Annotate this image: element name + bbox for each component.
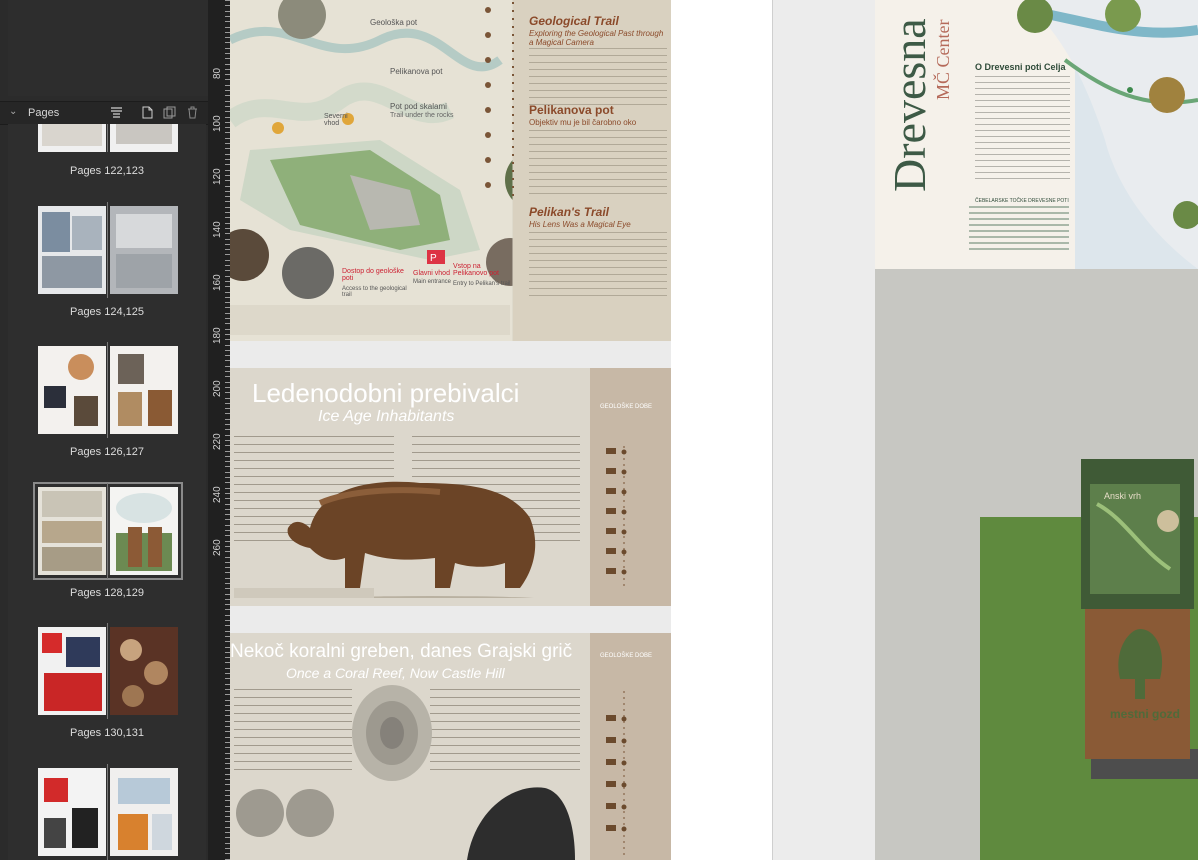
- ruler-label: 260: [212, 539, 223, 556]
- ruler-label: 240: [212, 486, 223, 503]
- page-spread-thumb[interactable]: [38, 623, 178, 719]
- page-spread-thumb[interactable]: [38, 764, 178, 860]
- ruler-label: 140: [212, 221, 223, 238]
- page-thumb-right[interactable]: [110, 206, 178, 294]
- duplicate-page-icon[interactable]: [163, 106, 176, 119]
- ruler-label: 220: [212, 433, 223, 450]
- pages-panel-header: ⌄ Pages: [0, 101, 208, 125]
- page-thumb-right[interactable]: [110, 124, 178, 152]
- ruler-label: 120: [212, 168, 223, 185]
- page-spread-thumb[interactable]: [38, 202, 178, 298]
- subheading-pelikans-trail: His Lens Was a Magical Eye: [529, 220, 631, 229]
- vertical-ruler[interactable]: 80 100 120 140 160 180 200 220 240 260: [208, 0, 231, 860]
- label-vstop: Vstop na Pelikanovo pot: [453, 263, 499, 277]
- sign-illustration: [1081, 459, 1198, 779]
- ice-age-title: Ledenodobni prebivalci: [252, 378, 520, 408]
- drevesna-list-title: ČEBELARSKE TOČKE DREVESNE POTI: [975, 198, 1069, 204]
- page-thumb-left[interactable]: [38, 627, 106, 715]
- chevron-down-icon[interactable]: ⌄: [9, 106, 17, 117]
- text-block: [975, 76, 1070, 184]
- page-thumb-left[interactable]: [38, 768, 106, 856]
- logo-strip: [234, 588, 374, 598]
- ice-age-page[interactable]: Ledenodobni prebivalci Ice Age Inhabitan…: [230, 368, 671, 606]
- label-severni-vhod: Severni vhod: [324, 113, 348, 127]
- trail-map-page[interactable]: P Geološka pot Pelikanova pot Pot pod sk…: [230, 0, 671, 341]
- side-label: GEOLOŠKE DOBE: [600, 404, 653, 410]
- text-block: [529, 130, 667, 198]
- heading-geological-trail: Geological Trail: [529, 14, 619, 28]
- spread-label: Pages 124,125: [69, 306, 144, 318]
- pages-panel: ⌄ Pages Pages 122,123 Pages 124,125 Page…: [0, 0, 209, 860]
- pages-panel-title: Pages: [28, 107, 60, 119]
- heading-pelikans-trail: Pelikan's Trail: [529, 205, 610, 219]
- legend-pelikanova-pot: Pelikanova pot: [390, 67, 443, 76]
- sign-logo-text: mestni gozd: [1109, 707, 1180, 721]
- text-block: [529, 48, 667, 108]
- side-label: GEOLOŠKE DOBE: [600, 653, 653, 659]
- new-page-icon[interactable]: [141, 106, 154, 119]
- subheading-pelikanova-pot: Objektiv mu je bil čarobno oko: [529, 118, 637, 127]
- page-spread-thumb[interactable]: [38, 342, 178, 438]
- page-spread-thumb-selected[interactable]: [33, 482, 183, 580]
- spread-label: Pages 128,129: [69, 587, 144, 599]
- spread-label: Pages 130,131: [69, 727, 144, 739]
- text-block: [529, 232, 667, 296]
- coral-reef-page[interactable]: Nekoč koralni greben, danes Grajski grič…: [230, 633, 671, 860]
- drevesna-big-title: Drevesna: [884, 18, 935, 192]
- geological-timeline: [606, 446, 627, 589]
- ice-age-subtitle: Ice Age Inhabitants: [318, 408, 455, 425]
- page-thumb-right[interactable]: [110, 346, 178, 434]
- document-canvas[interactable]: P Geološka pot Pelikanova pot Pot pod sk…: [230, 0, 1198, 860]
- spread-label: Pages 126,127: [69, 446, 144, 458]
- trash-icon[interactable]: [186, 106, 199, 119]
- legend-geoloska-pot: Geološka pot: [370, 18, 418, 27]
- label-dostop: Dostop do geološke poti: [342, 268, 404, 282]
- ruler-label: 80: [212, 67, 223, 79]
- page-layout-icon[interactable]: [110, 106, 123, 119]
- blank-page[interactable]: [671, 0, 773, 860]
- tree-list: [969, 206, 1069, 254]
- panel-empty-area: [8, 0, 209, 96]
- legend-pot-pod-skalami: Pot pod skalami: [390, 102, 447, 111]
- page-thumb-right[interactable]: [110, 487, 178, 575]
- sign-render-page[interactable]: Anski vrh mestni gozd: [875, 269, 1198, 860]
- page-thumb-left[interactable]: [38, 346, 106, 434]
- page-thumb-right[interactable]: [110, 627, 178, 715]
- legend-pot-pod-skalami-en: Trail under the rocks: [390, 112, 454, 119]
- drevesna-small-title: MČ Center: [933, 19, 953, 101]
- drevesna-page[interactable]: Drevesna MČ Center O Drevesni poti Celja…: [875, 0, 1198, 269]
- ruler-label: 200: [212, 380, 223, 397]
- pages-list[interactable]: Pages 122,123 Pages 124,125 Pages 126,12…: [8, 124, 206, 860]
- label-dostop-en: Access to the geological trail: [342, 286, 407, 298]
- svg-text:P: P: [430, 253, 437, 264]
- ruler-label: 180: [212, 327, 223, 344]
- bear-illustration: [287, 481, 536, 598]
- drevesna-heading: O Drevesni poti Celja: [975, 62, 1066, 72]
- page-thumb-left[interactable]: [38, 487, 106, 575]
- sign-title: Anski vrh: [1104, 491, 1142, 501]
- label-vstop-en: Entry to Pelikan's trail: [453, 281, 511, 287]
- spread-label: Pages 122,123: [69, 165, 144, 177]
- ruler-label: 160: [212, 274, 223, 291]
- pasteboard[interactable]: [773, 0, 875, 860]
- page-thumb-left[interactable]: [38, 206, 106, 294]
- heading-pelikanova-pot: Pelikanova pot: [529, 103, 614, 117]
- ruler-label: 100: [212, 115, 223, 132]
- page-thumb-left[interactable]: [38, 124, 106, 152]
- geological-timeline: [606, 691, 627, 857]
- page-thumb-right[interactable]: [110, 768, 178, 856]
- page-spread-thumb[interactable]: [38, 124, 178, 152]
- subheading-geological-trail: Exploring the Geological Past through a …: [529, 29, 664, 47]
